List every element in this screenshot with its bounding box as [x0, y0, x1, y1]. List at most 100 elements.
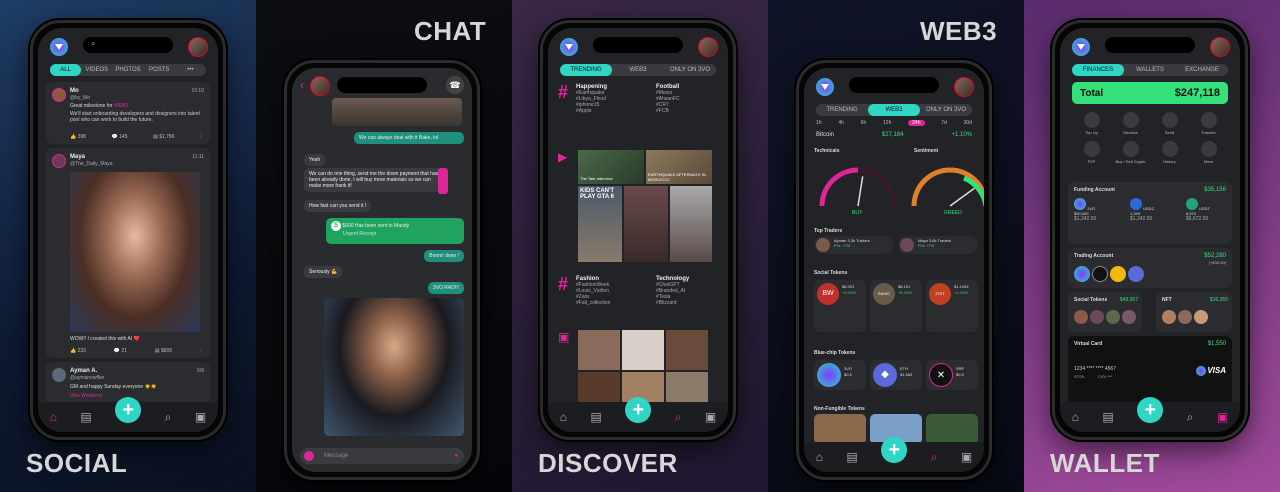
create-button[interactable]: +	[115, 397, 142, 423]
app-logo-icon[interactable]	[816, 78, 834, 96]
search-icon[interactable]: ⌕	[1187, 410, 1194, 425]
wallet-icon[interactable]: ▣	[705, 410, 716, 424]
search-icon[interactable]: ⌕	[931, 450, 938, 465]
reaction-badge[interactable]	[438, 168, 448, 194]
avatar[interactable]	[52, 368, 66, 382]
trader-card[interactable]: Maya 3.6k Traders PnL +7%	[898, 236, 978, 254]
top-up-action[interactable]: Top Up	[1072, 112, 1111, 135]
tab-finances[interactable]: FINANCES	[1072, 64, 1124, 76]
tab-wallets[interactable]: WALLETS	[1124, 64, 1176, 76]
outgoing-message[interactable]: We can always deal with it Bake, lol	[354, 132, 464, 144]
bluechip-card[interactable]: 3VO $0.5	[814, 360, 866, 390]
image-message[interactable]	[324, 298, 464, 436]
avatar[interactable]	[52, 154, 66, 168]
home-icon[interactable]: ⌂	[1072, 410, 1079, 424]
more-action[interactable]: More	[1189, 141, 1228, 164]
tab-videos[interactable]: VIDEOS	[81, 64, 112, 76]
profile-avatar[interactable]	[954, 77, 974, 97]
range-12h[interactable]: 12h	[883, 120, 891, 126]
app-logo-icon[interactable]	[1072, 38, 1090, 56]
post-link[interactable]: Vibe Weekend	[70, 393, 102, 399]
buy-sell-action[interactable]: Buy / Sell Crypto	[1111, 141, 1150, 164]
outgoing-message[interactable]: 3VO RAD!!!	[427, 282, 464, 294]
tab-only-on-3vo[interactable]: ONLY ON 3VO	[920, 104, 972, 116]
tab-more[interactable]: •••	[175, 64, 206, 76]
create-button[interactable]: +	[1137, 397, 1164, 423]
range-30d[interactable]: 30d	[964, 120, 972, 126]
back-icon[interactable]: ‹	[300, 78, 304, 92]
search-bar[interactable]: ⌕	[83, 37, 173, 53]
post-author[interactable]: Ayman A.	[70, 368, 97, 374]
trading-account-card[interactable]: Trading Account $52,280 (+$30.00)	[1068, 248, 1232, 288]
tab-all[interactable]: ALL	[50, 64, 82, 76]
home-icon[interactable]: ⌂	[560, 410, 567, 424]
funding-account-card[interactable]: Funding Account $35,156 3VO $50,000 $1,3…	[1068, 182, 1232, 244]
btc-ticker[interactable]: Bitcoin $27,184 +1.10%	[816, 132, 972, 138]
nft-card[interactable]	[814, 414, 866, 444]
tab-trending[interactable]: TRENDING	[560, 64, 612, 76]
bluechip-card[interactable]: ◆ ETH $1,583	[870, 360, 922, 390]
feed-icon[interactable]: ▤	[846, 450, 857, 464]
mic-icon[interactable]: ●	[454, 448, 458, 464]
profile-avatar[interactable]	[188, 37, 208, 57]
tab-exchange[interactable]: EXCHANGE	[1176, 64, 1228, 76]
video-thumb[interactable]: EARTHQUAKE AFTERMATH IN MOROCCO	[646, 150, 712, 184]
trend-tag[interactable]: #FCB	[656, 108, 680, 114]
nft-card[interactable]: NFT $10,355	[1156, 292, 1232, 332]
app-logo-icon[interactable]	[50, 38, 68, 56]
video-thumb[interactable]	[670, 186, 712, 262]
range-1h[interactable]: 1h	[816, 120, 822, 126]
range-6h[interactable]: 6h	[861, 120, 867, 126]
post-card[interactable]: Mo @by_Mo 10:10 Great milestone for WEB3…	[46, 82, 210, 144]
home-icon[interactable]: ⌂	[816, 450, 823, 464]
create-button[interactable]: +	[881, 437, 908, 463]
post-image[interactable]	[70, 172, 200, 332]
coin-item[interactable]: USDT 6,670 $6,672.00	[1186, 198, 1210, 222]
photo-thumb[interactable]	[578, 330, 620, 370]
like-button[interactable]: 👍 398	[70, 134, 86, 140]
contact-avatar[interactable]	[310, 76, 330, 96]
search-icon[interactable]: ⌕	[675, 410, 682, 425]
send-action[interactable]: Send	[1150, 112, 1189, 135]
post-card[interactable]: Maya @The_Daily_Maya 11:11 WOW!! I creat…	[46, 148, 210, 358]
search-bar[interactable]	[1105, 37, 1195, 53]
tab-photos[interactable]: PHOTOS	[112, 64, 143, 76]
range-7d[interactable]: 7d	[941, 120, 947, 126]
phone-icon[interactable]: ☎	[446, 76, 464, 94]
tip-button[interactable]: ▤ $805	[155, 348, 172, 354]
range-4h[interactable]: 4h	[838, 120, 844, 126]
trader-card[interactable]: Ayman 3.3k Traders PnL +7%	[814, 236, 894, 254]
profile-avatar[interactable]	[1210, 37, 1230, 57]
search-icon[interactable]: ⌕	[165, 410, 172, 425]
trend-tag[interactable]: #Fall_collection	[576, 300, 610, 306]
feed-icon[interactable]: ▤	[590, 410, 601, 424]
range-24h[interactable]: 24h	[908, 120, 925, 126]
feed-icon[interactable]: ▤	[80, 410, 91, 424]
photo-thumb[interactable]	[666, 330, 708, 370]
create-button[interactable]: +	[625, 397, 652, 423]
media-message[interactable]	[332, 98, 462, 126]
tab-web3[interactable]: WEB3	[868, 104, 920, 116]
search-bar[interactable]	[849, 77, 939, 93]
payment-message[interactable]: $ $600 Has been sent to Mandy Urgent Rec…	[326, 218, 464, 244]
app-logo-icon[interactable]	[560, 38, 578, 56]
trend-tag[interactable]: #Apple	[576, 108, 607, 114]
p2p-action[interactable]: P2P	[1072, 141, 1111, 164]
avatar[interactable]	[52, 88, 66, 102]
incoming-message[interactable]: Seriously 💪	[304, 266, 343, 278]
wallet-icon[interactable]: ▣	[195, 410, 206, 424]
bluechip-card[interactable]: ✕ XRP $0.5	[926, 360, 978, 390]
post-author[interactable]: Maya	[70, 154, 85, 160]
history-action[interactable]: History	[1150, 141, 1189, 164]
post-author[interactable]: Mo	[70, 88, 79, 94]
comment-button[interactable]: 💬 145	[112, 134, 128, 140]
incoming-message[interactable]: How fast can you send it !	[304, 200, 372, 212]
nft-card[interactable]	[926, 414, 978, 444]
video-thumb[interactable]: KIDS CAN'T PLAY GTA 6	[578, 186, 622, 262]
outgoing-message[interactable]: Boom! done !	[424, 250, 464, 262]
tab-only-on-3vo[interactable]: ONLY ON 3VO	[664, 64, 716, 76]
feed-icon[interactable]: ▤	[1102, 410, 1113, 424]
receive-action[interactable]: Receive	[1111, 112, 1150, 135]
wallet-icon[interactable]: ▣	[1217, 410, 1228, 424]
brand-mention[interactable]: WEB3	[114, 103, 128, 109]
